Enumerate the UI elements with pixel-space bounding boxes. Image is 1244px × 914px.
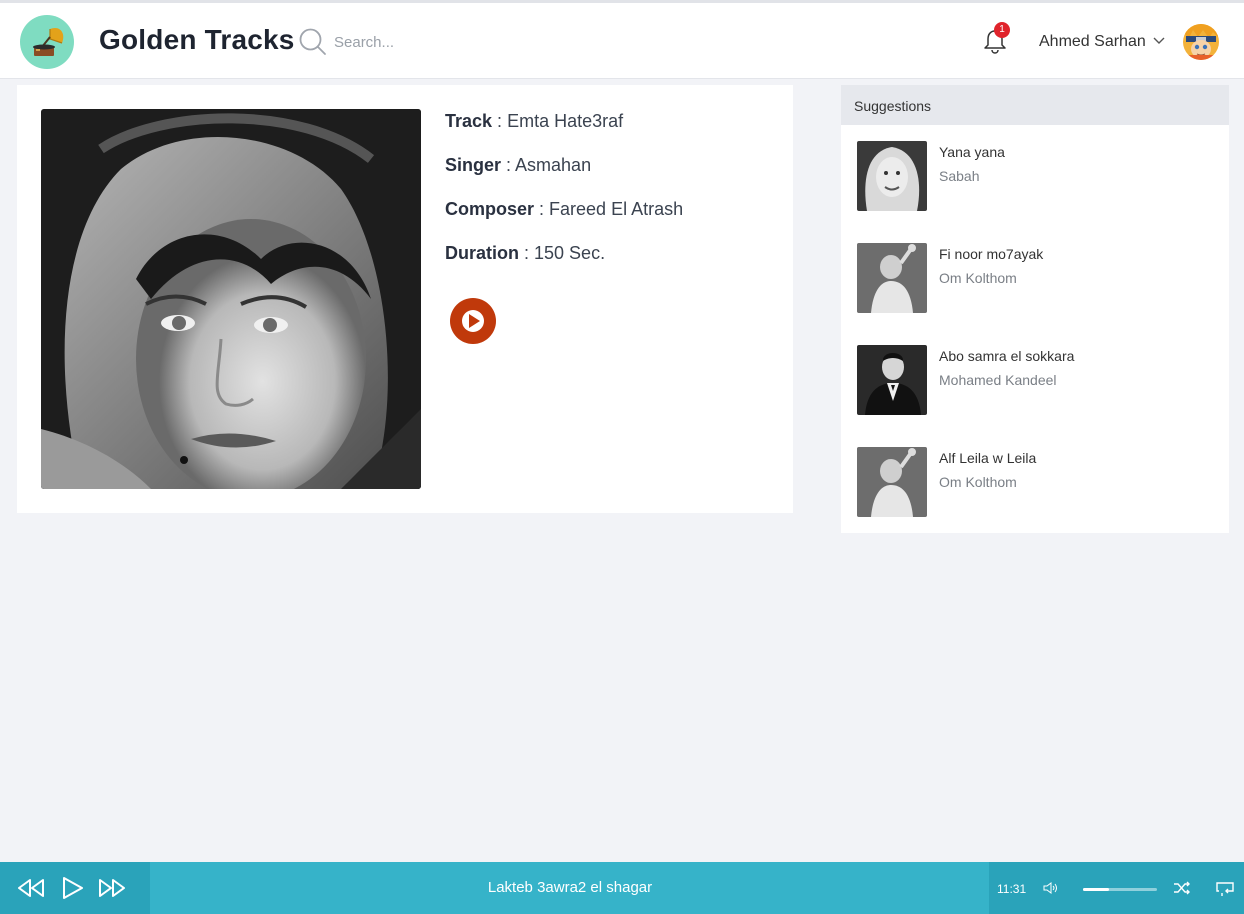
rewind-icon[interactable] — [16, 875, 46, 901]
suggestions-panel: Suggestions Yana yana Sabah Fi noor mo7a… — [841, 85, 1229, 533]
notification-badge: 1 — [994, 22, 1010, 38]
play-icon[interactable] — [60, 875, 86, 901]
track-details-card: Track : Emta Hate3raf Singer : Asmahan C… — [17, 85, 793, 513]
track-name-row: Track : Emta Hate3raf — [445, 111, 624, 131]
avatar[interactable] — [1183, 24, 1219, 60]
now-playing-title: Lakteb 3awra2 el shagar — [487, 879, 653, 896]
suggestion-item[interactable]: Alf Leila w Leila Om Kolthom — [857, 447, 1217, 519]
suggestion-title: Alf Leila w Leila — [939, 450, 1037, 466]
suggestion-title: Yana yana — [939, 144, 1005, 160]
composer-name: Fareed El Atrash — [549, 199, 684, 219]
repeat-icon[interactable] — [1216, 881, 1234, 897]
volume-slider[interactable] — [1083, 888, 1157, 891]
composer-label: Composer — [445, 199, 535, 219]
suggestion-item[interactable]: Fi noor mo7ayak Om Kolthom — [857, 243, 1217, 315]
chevron-down-icon[interactable] — [1152, 35, 1166, 47]
search-icon[interactable] — [298, 27, 328, 57]
duration-row: Duration : 150 Sec. — [445, 243, 606, 263]
player-bar: Lakteb 3awra2 el shagar 11:31 — [0, 862, 1244, 914]
suggestion-thumbnail — [857, 141, 927, 211]
suggestion-item[interactable]: Abo samra el sokkara Mohamed Kandeel — [857, 345, 1217, 417]
duration-label: Duration — [445, 243, 519, 263]
search-input[interactable] — [334, 29, 554, 55]
app-title: Golden Tracks — [99, 24, 295, 55]
suggestion-artist: Mohamed Kandeel — [939, 372, 1057, 388]
gramophone-logo-icon[interactable] — [20, 15, 74, 69]
shuffle-icon[interactable] — [1173, 881, 1191, 895]
suggestion-title: Abo samra el sokkara — [939, 348, 1075, 364]
track-name: Emta Hate3raf — [507, 111, 624, 131]
suggestion-item[interactable]: Yana yana Sabah — [857, 141, 1217, 213]
track-info: Track : Emta Hate3raf Singer : Asmahan C… — [445, 109, 775, 285]
duration-value: 150 Sec. — [534, 243, 606, 263]
composer-row: Composer : Fareed El Atrash — [445, 199, 684, 219]
suggestion-thumbnail — [857, 243, 927, 313]
volume-icon[interactable] — [1043, 881, 1059, 895]
fast-forward-icon[interactable] — [97, 875, 127, 901]
player-controls — [0, 862, 150, 914]
singer-photo — [41, 109, 421, 489]
singer-name: Asmahan — [515, 155, 592, 175]
track-label: Track — [445, 111, 493, 131]
suggestion-artist: Sabah — [939, 168, 980, 184]
suggestion-artist: Om Kolthom — [939, 270, 1017, 286]
suggestion-artist: Om Kolthom — [939, 474, 1017, 490]
volume-level — [1083, 888, 1109, 891]
player-options: 11:31 — [989, 862, 1244, 914]
singer-label: Singer — [445, 155, 502, 175]
suggestion-title: Fi noor mo7ayak — [939, 246, 1044, 262]
current-time: 11:31 — [997, 882, 1027, 896]
app-header: Golden Tracks 1 Ahmed Sarhan — [0, 3, 1244, 79]
suggestion-thumbnail — [857, 447, 927, 517]
suggestions-heading: Suggestions — [841, 85, 1229, 125]
play-track-button[interactable] — [449, 297, 497, 345]
singer-row: Singer : Asmahan — [445, 155, 592, 175]
user-name[interactable]: Ahmed Sarhan — [1039, 33, 1146, 51]
suggestion-thumbnail — [857, 345, 927, 415]
